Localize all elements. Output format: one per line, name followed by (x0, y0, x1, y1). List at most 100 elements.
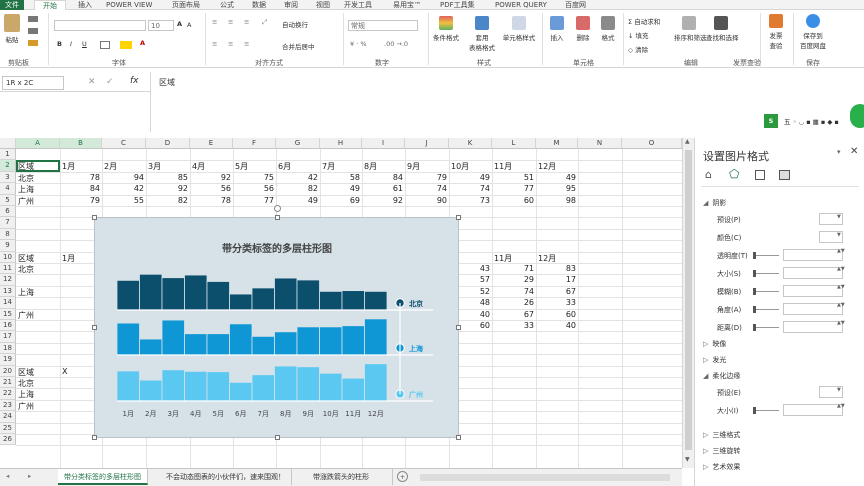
resize-handle[interactable] (92, 435, 97, 440)
cell[interactable]: 74 (450, 184, 490, 193)
paste-button[interactable]: 粘贴 (4, 14, 20, 44)
resize-handle[interactable] (456, 325, 461, 330)
row-header[interactable]: 13 (0, 285, 16, 298)
cell[interactable]: 49 (537, 173, 576, 182)
ribbon-tab-4[interactable]: 页面布局 (172, 0, 200, 10)
cell[interactable]: 92 (363, 196, 403, 205)
column-header[interactable]: B (60, 138, 102, 149)
row-header[interactable]: 14 (0, 297, 16, 309)
cell[interactable]: 12月 (538, 253, 556, 264)
cell[interactable]: 78 (61, 173, 100, 182)
row-header[interactable]: 16 (0, 320, 16, 332)
cell[interactable]: 98 (537, 196, 576, 205)
cell[interactable]: 11月 (494, 161, 512, 172)
ribbon-tab-10[interactable]: 易用宝™ (393, 0, 421, 10)
cell[interactable]: 1月 (62, 161, 75, 172)
cell[interactable]: 北京 (18, 378, 34, 389)
cell[interactable]: 40 (537, 321, 576, 330)
cell[interactable]: 71 (493, 264, 534, 273)
pane-section-three_d_rotation[interactable]: ▷ 三维旋转 (703, 446, 740, 456)
add-sheet-icon[interactable]: + (397, 471, 408, 482)
name-box[interactable]: 1R x 2C (2, 76, 64, 90)
cell[interactable]: 10月 (451, 161, 469, 172)
row-header[interactable]: 24 (0, 411, 16, 423)
column-header[interactable]: A (16, 138, 60, 149)
sheet-tab-3[interactable]: 带涨跌箭头的柱形 (307, 469, 393, 485)
align-right-icon[interactable]: ≡ (244, 40, 249, 48)
slider-track[interactable] (755, 410, 779, 411)
underline-icon[interactable]: U (82, 40, 87, 48)
effects-icon[interactable]: ⬠ (729, 167, 739, 181)
tab-next-icon[interactable]: ▸ (28, 472, 31, 480)
cell[interactable]: 49 (450, 173, 490, 182)
cell[interactable]: 85 (147, 173, 188, 182)
ribbon-tab-13[interactable]: 百度网 (565, 0, 586, 10)
row-header[interactable]: 10 (0, 251, 16, 263)
save-baidu-button[interactable]: 保存到 百度网盘 (796, 14, 830, 50)
row-header[interactable]: 5 (0, 194, 16, 206)
cell[interactable]: 60 (493, 196, 534, 205)
column-header[interactable]: G (276, 138, 320, 149)
row-header[interactable]: 26 (0, 434, 16, 446)
spin-input[interactable] (783, 267, 843, 279)
clear-button[interactable]: ◇ 清除 (628, 44, 648, 54)
row-header[interactable]: 3 (0, 171, 16, 184)
cell[interactable]: 83 (537, 264, 576, 273)
align-top-icon[interactable]: ≡ (212, 18, 217, 26)
column-header[interactable]: O (622, 138, 682, 149)
cell[interactable]: 55 (103, 196, 144, 205)
cell[interactable]: 79 (61, 196, 100, 205)
cell[interactable]: 8月 (364, 161, 377, 172)
merge-center-button[interactable]: 合并后居中 (282, 41, 315, 51)
cell[interactable]: 60 (537, 310, 576, 319)
cell[interactable]: 77 (493, 184, 534, 193)
slider-track[interactable] (755, 255, 779, 256)
delete-cells-button[interactable]: 删除 (572, 16, 594, 42)
row-header[interactable]: 20 (0, 365, 16, 377)
pane-section-shadow[interactable]: ◢ 阴影 (703, 198, 726, 208)
slider-knob[interactable] (753, 407, 756, 414)
font-name-select[interactable] (54, 20, 146, 31)
pane-section-three_d_format[interactable]: ▷ 三维格式 (703, 430, 740, 440)
slider-track[interactable] (755, 309, 779, 310)
resize-handle[interactable] (275, 215, 280, 220)
pane-section-soft_edges[interactable]: ◢ 柔化边缘 (703, 371, 740, 381)
horizontal-scrollbar[interactable] (420, 474, 670, 481)
cell[interactable]: 67 (537, 287, 576, 296)
row-header[interactable]: 6 (0, 206, 16, 218)
ribbon-tab-11[interactable]: PDF工具集 (440, 0, 475, 10)
cell[interactable]: 69 (321, 196, 360, 205)
align-left-icon[interactable]: ≡ (212, 40, 217, 48)
sheet-tab-1[interactable]: 带分类标签的多层柱形图 (58, 469, 148, 485)
column-header[interactable]: D (146, 138, 190, 149)
spin-input[interactable] (783, 404, 843, 416)
slider-track[interactable] (755, 327, 779, 328)
slider-track[interactable] (755, 291, 779, 292)
fx-icon[interactable]: fx (130, 76, 139, 86)
shrink-font-icon[interactable]: A (187, 21, 191, 29)
find-select-button[interactable]: 查找和选择 (706, 16, 739, 42)
invoice-check-button[interactable]: 发票 查验 (762, 14, 790, 50)
cell[interactable]: 7月 (322, 161, 335, 172)
format-cells-button[interactable]: 格式 (597, 16, 619, 42)
row-header[interactable]: 22 (0, 388, 16, 400)
row-header[interactable]: 9 (0, 240, 16, 252)
assistant-icon[interactable] (850, 104, 864, 128)
cell[interactable]: 12月 (538, 161, 556, 172)
cell-style-button[interactable]: 单元格样式 (500, 16, 538, 42)
column-header[interactable]: J (405, 138, 449, 149)
cell[interactable]: 1月 (62, 253, 75, 264)
cell[interactable]: 56 (191, 184, 231, 193)
cell[interactable]: 5月 (235, 161, 248, 172)
cell[interactable]: 2月 (104, 161, 117, 172)
ribbon-tab-6[interactable]: 数据 (252, 0, 266, 10)
align-center-icon[interactable]: ≡ (228, 40, 233, 48)
align-bottom-icon[interactable]: ≡ (244, 18, 249, 26)
ribbon-tab-1[interactable]: 开始 (34, 0, 66, 10)
cell[interactable]: 74 (406, 184, 447, 193)
cell[interactable]: 77 (234, 196, 274, 205)
slider-knob[interactable] (753, 288, 756, 295)
italic-icon[interactable]: I (70, 40, 72, 48)
confirm-icon[interactable]: ✓ (106, 77, 114, 87)
fill-button[interactable]: ↓ 填充 (628, 30, 649, 40)
